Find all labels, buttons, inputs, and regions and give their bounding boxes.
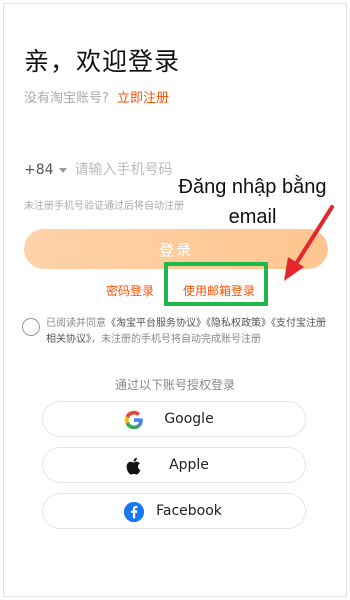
apple-login-button[interactable]: Apple <box>42 447 306 483</box>
highlight-box <box>164 262 268 306</box>
register-link[interactable]: 立即注册 <box>117 91 169 106</box>
apple-icon <box>126 457 141 475</box>
page-title: 亲，欢迎登录 <box>24 47 181 76</box>
agreement-text: 已阅读并同意《淘宝平台服务协议》《隐私权政策》《支付宝注册相关协议》，未注册的手… <box>46 316 332 348</box>
red-arrow-icon <box>284 205 334 281</box>
country-code-selector[interactable]: +84 <box>24 162 54 178</box>
agreement-suffix: ，未注册的手机号将自动完成账号注册 <box>91 334 261 345</box>
google-login-button[interactable]: Google <box>42 401 306 437</box>
no-account-text: 没有淘宝账号? <box>24 91 109 106</box>
service-agreement-link[interactable]: 《淘宝平台服务协议》 <box>106 318 206 329</box>
register-prompt: 没有淘宝账号? 立即注册 <box>24 87 169 106</box>
chevron-down-icon[interactable] <box>58 167 67 173</box>
google-label: Google <box>164 411 214 427</box>
apple-label: Apple <box>169 457 209 473</box>
privacy-policy-link[interactable]: 《隐私权政策》 <box>206 318 271 329</box>
facebook-login-button[interactable]: Facebook <box>42 493 306 529</box>
annotation-line-1: Đăng nhập bằng <box>178 176 327 198</box>
google-icon <box>124 410 143 430</box>
agreement-prefix: 已阅读并同意 <box>46 318 106 329</box>
auth-title: 通过以下账号授权登录 <box>114 378 235 392</box>
agreement-row: 已阅读并同意《淘宝平台服务协议》《隐私权政策》《支付宝注册相关协议》，未注册的手… <box>22 316 332 348</box>
agreement-checkbox[interactable] <box>22 318 40 336</box>
facebook-label: Facebook <box>156 503 222 519</box>
facebook-icon <box>123 501 145 523</box>
password-login-link[interactable]: 密码登录 <box>106 282 154 299</box>
